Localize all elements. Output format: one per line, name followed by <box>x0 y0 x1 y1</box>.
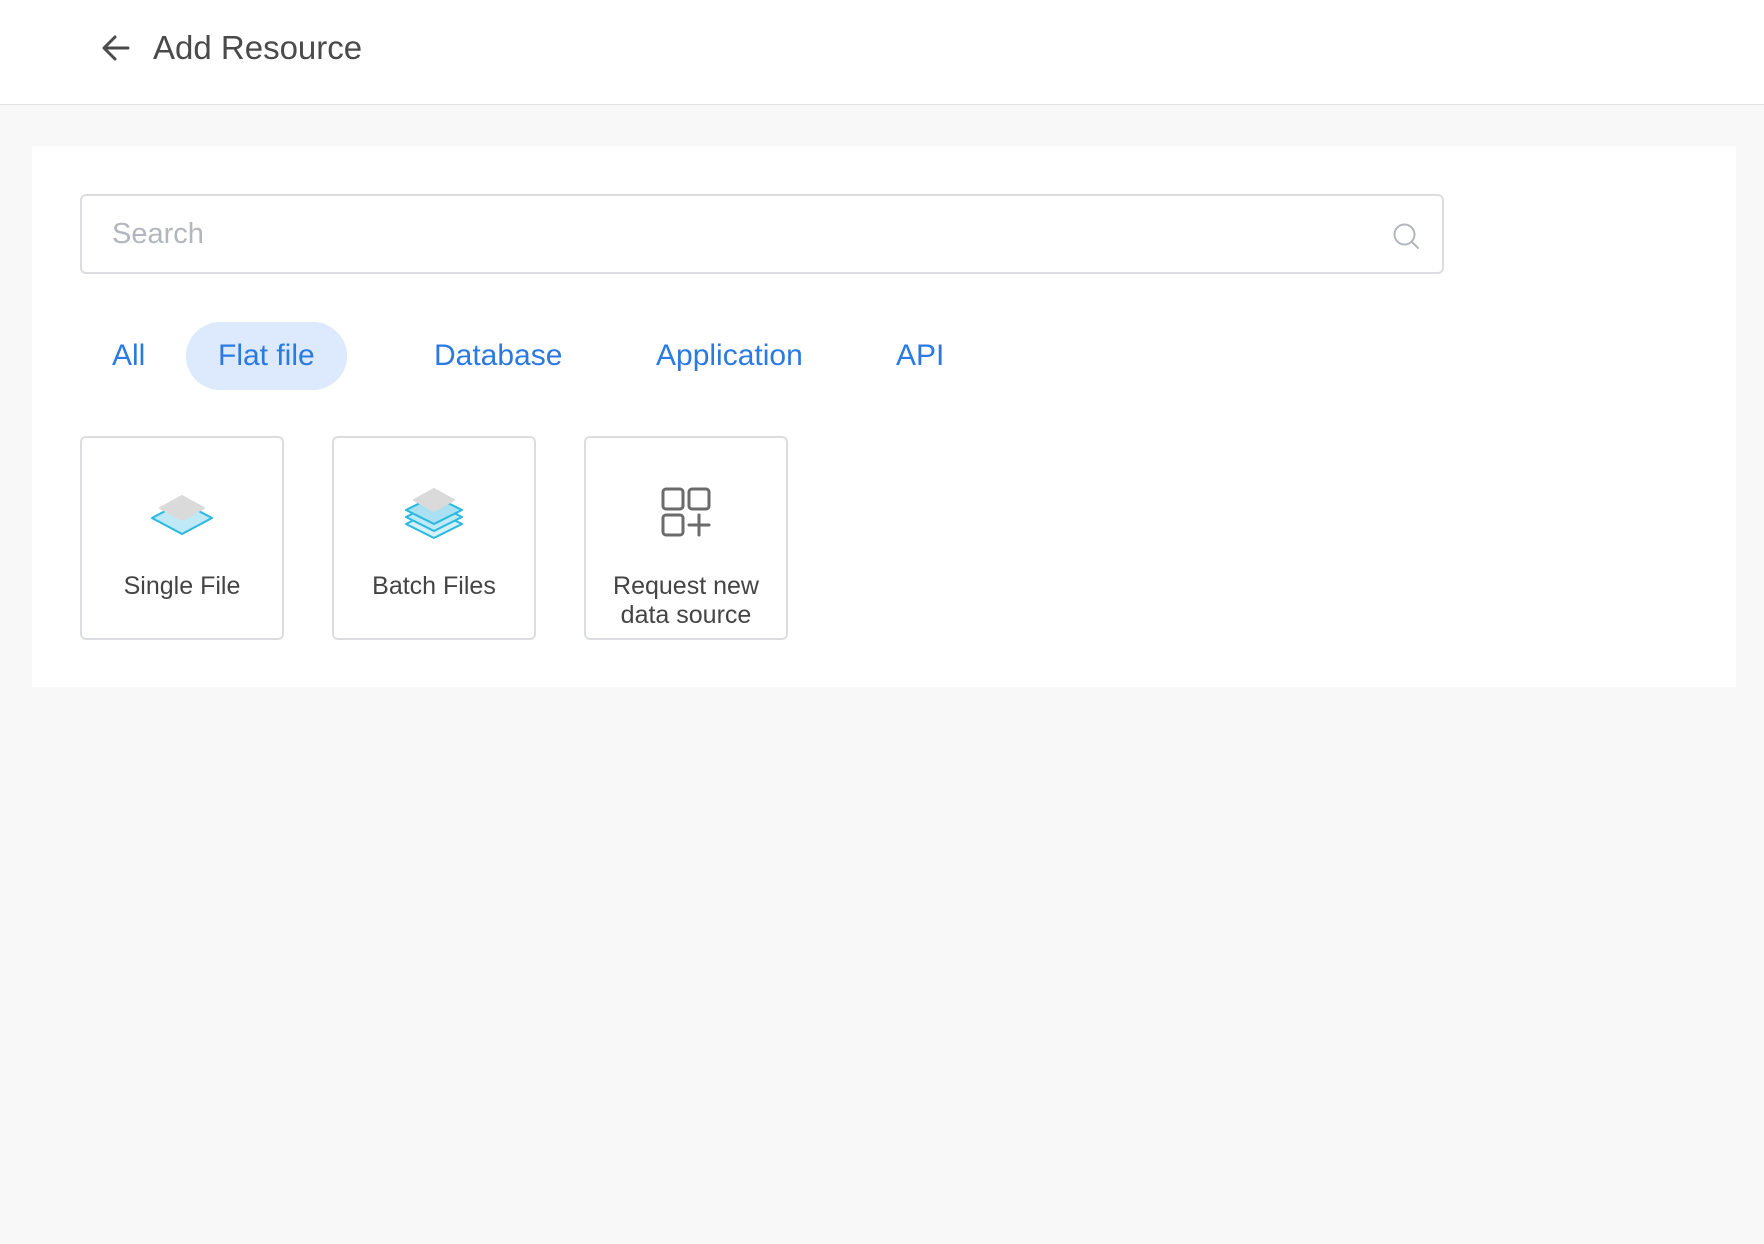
search-box <box>80 194 1444 274</box>
add-grid-icon <box>661 487 711 537</box>
single-file-icon <box>151 495 213 535</box>
back-button[interactable] <box>96 28 136 68</box>
card-label-line: Request new <box>613 572 759 600</box>
tab-all[interactable]: All <box>80 322 177 390</box>
card-label: Batch Files <box>372 572 496 600</box>
card-single-file[interactable]: Single File <box>80 436 284 640</box>
page-title: Add Resource <box>153 29 363 66</box>
card-label: Request new data source <box>586 572 786 630</box>
arrow-left-icon <box>102 35 130 61</box>
tab-database[interactable]: Database <box>402 322 594 390</box>
search-input[interactable] <box>82 196 1442 272</box>
resource-panel: All Flat file Database Application API S… <box>32 146 1736 687</box>
batch-files-icon <box>405 488 463 539</box>
card-batch-files[interactable]: Batch Files <box>332 436 536 640</box>
card-label: Single File <box>123 572 241 600</box>
search-icon[interactable] <box>1392 222 1420 250</box>
tab-application[interactable]: Application <box>624 322 835 390</box>
card-label-line: data source <box>620 601 752 629</box>
card-request-data-source[interactable]: Request new data source <box>584 436 788 640</box>
tab-flat-file[interactable]: Flat file <box>186 322 347 390</box>
page-header: Add Resource <box>0 0 1764 105</box>
tab-api[interactable]: API <box>864 322 976 390</box>
